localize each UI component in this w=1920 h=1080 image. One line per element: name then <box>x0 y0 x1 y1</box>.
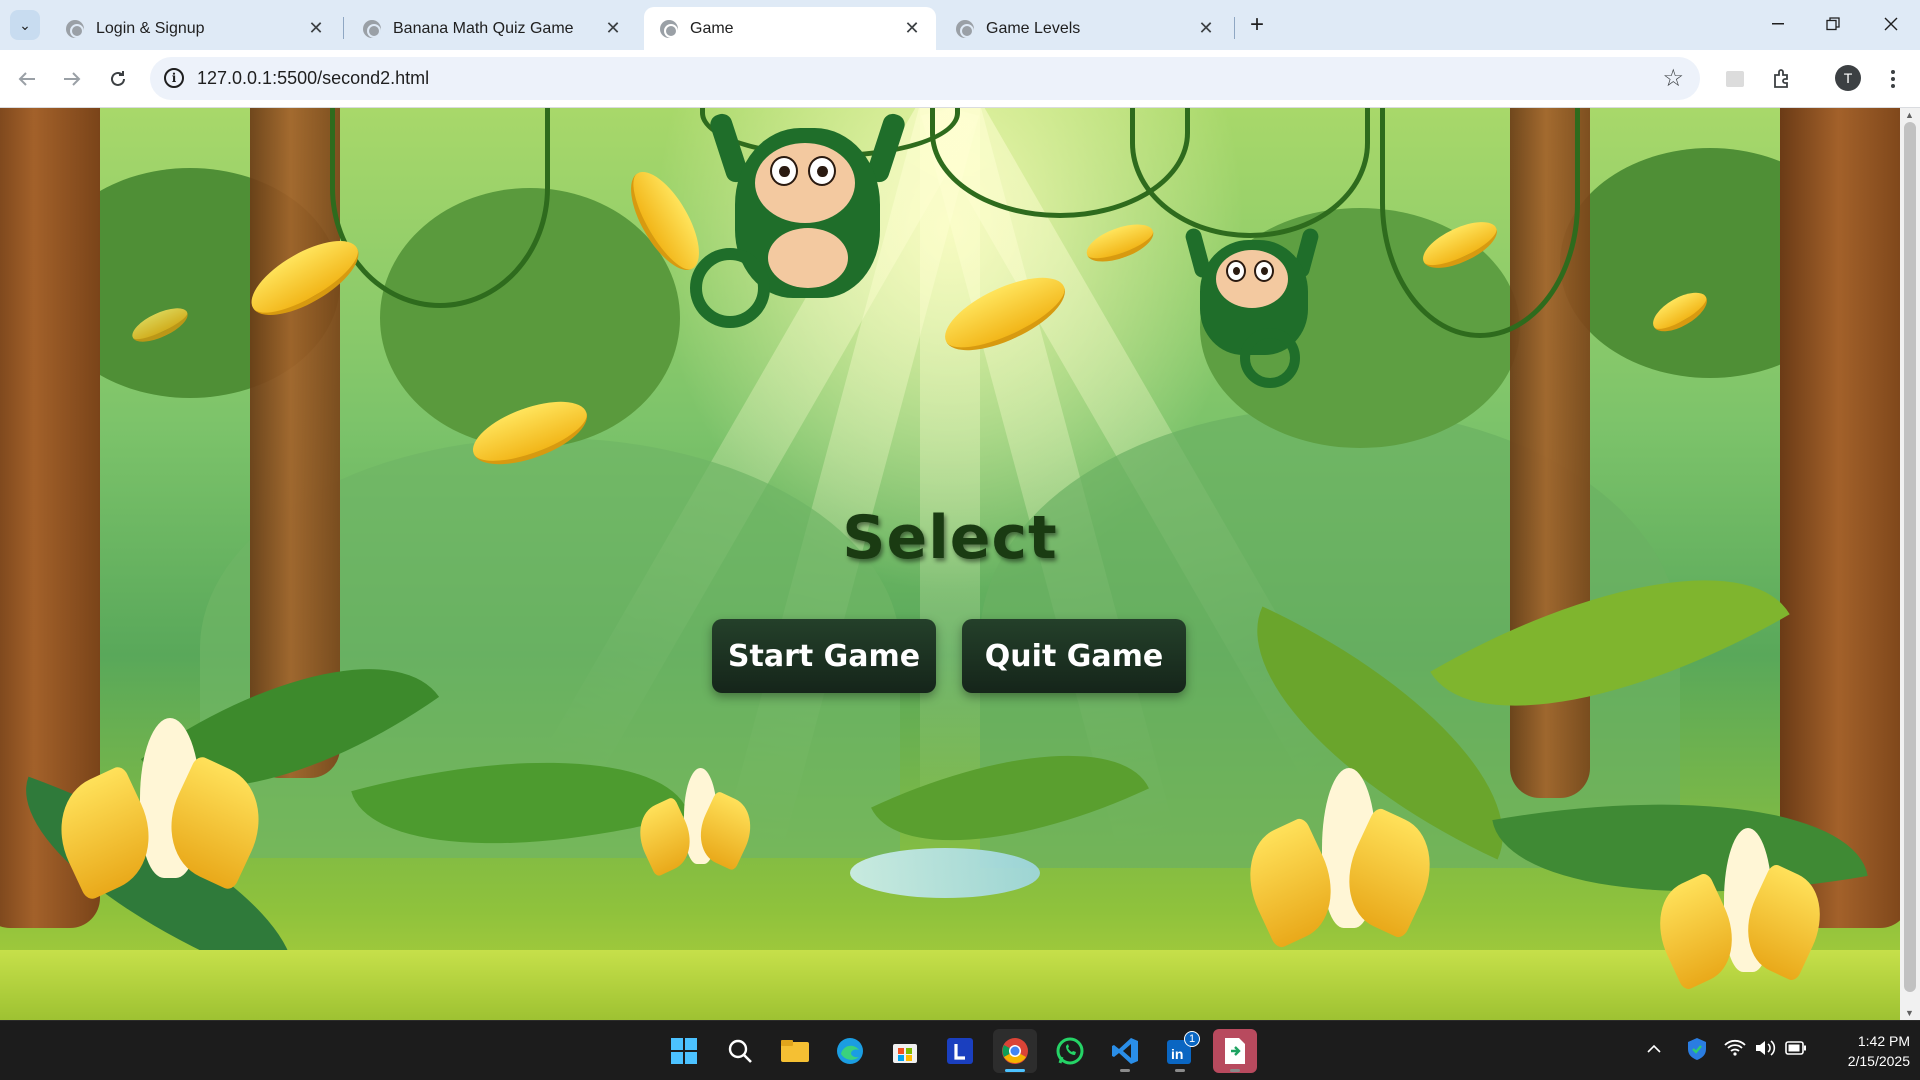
volume-icon[interactable] <box>1754 1039 1776 1062</box>
running-indicator <box>1175 1069 1185 1072</box>
banana <box>1081 216 1159 270</box>
monkey-large <box>690 108 920 338</box>
browser-window: ⌄ Login & Signup ✕ Banana Math Quiz Game… <box>0 0 1920 1020</box>
running-indicator <box>1230 1069 1240 1072</box>
media-icon[interactable] <box>1720 64 1750 94</box>
new-tab-button[interactable]: + <box>1243 11 1271 39</box>
reload-icon <box>111 71 125 86</box>
select-heading: Select <box>842 503 1058 573</box>
peeled-banana <box>40 718 280 918</box>
url-text[interactable]: 127.0.0.1:5500/second2.html <box>197 68 429 89</box>
page-scrollbar[interactable]: ▲ ▼ <box>1900 108 1920 1020</box>
close-icon[interactable]: ✕ <box>1196 18 1216 39</box>
arrow-right-icon <box>64 72 81 86</box>
system-clock[interactable]: 1:42 PM 2/15/2025 <box>1820 1031 1910 1071</box>
profile-avatar[interactable]: T <box>1835 65 1861 91</box>
bookmark-star-icon[interactable]: ☆ <box>1662 64 1684 93</box>
running-indicator <box>1120 1069 1130 1072</box>
peeled-banana <box>628 768 762 888</box>
tab-title: Login & Signup <box>96 19 205 37</box>
scrollbar-thumb[interactable] <box>1904 122 1916 992</box>
tab-title: Game Levels <box>986 19 1081 37</box>
tab-title: Game <box>690 19 734 37</box>
page-viewport: Select Start Game Quit Game <box>0 108 1900 1020</box>
tab-banana-math-quiz[interactable]: Banana Math Quiz Game ✕ <box>347 7 637 50</box>
l-app-icon[interactable] <box>938 1029 982 1073</box>
back-button[interactable] <box>12 64 42 94</box>
quit-game-button[interactable]: Quit Game <box>962 619 1186 693</box>
close-window-button[interactable] <box>1868 6 1914 42</box>
svg-text:in: in <box>1171 1046 1183 1062</box>
minimize-icon <box>1772 23 1784 25</box>
reload-button[interactable] <box>103 64 133 94</box>
tab-strip: ⌄ Login & Signup ✕ Banana Math Quiz Game… <box>0 0 1920 50</box>
close-icon[interactable]: ✕ <box>603 18 623 39</box>
tab-title: Banana Math Quiz Game <box>393 19 574 37</box>
tab-search-button[interactable]: ⌄ <box>10 10 40 40</box>
tab-game-levels[interactable]: Game Levels ✕ <box>940 7 1230 50</box>
chrome-icon[interactable] <box>993 1029 1037 1073</box>
microsoft-store-icon[interactable] <box>883 1029 927 1073</box>
file-explorer-icon[interactable] <box>773 1029 817 1073</box>
restore-button[interactable] <box>1810 6 1856 42</box>
restore-icon <box>1826 17 1840 31</box>
active-indicator <box>1005 1069 1025 1072</box>
globe-icon <box>956 19 974 38</box>
browser-toolbar: i 127.0.0.1:5500/second2.html ☆ T <box>0 50 1920 108</box>
edge-icon[interactable] <box>828 1029 872 1073</box>
forward-button[interactable] <box>57 64 87 94</box>
stream <box>850 848 1040 898</box>
site-info-icon[interactable]: i <box>164 68 184 88</box>
tab-separator <box>343 17 344 39</box>
tab-login-signup[interactable]: Login & Signup ✕ <box>50 7 340 50</box>
clock-time: 1:42 PM <box>1857 1033 1910 1049</box>
windows-start-icon[interactable] <box>662 1029 706 1073</box>
close-icon[interactable]: ✕ <box>306 18 326 39</box>
vscode-icon[interactable] <box>1103 1029 1147 1073</box>
battery-icon[interactable] <box>1785 1041 1807 1060</box>
start-game-button[interactable]: Start Game <box>712 619 936 693</box>
chevron-up-icon[interactable] <box>1646 1041 1662 1059</box>
monkey-small <box>1183 226 1340 398</box>
globe-icon <box>363 19 381 38</box>
tab-game[interactable]: Game ✕ <box>644 7 936 50</box>
close-icon[interactable]: ✕ <box>902 18 922 39</box>
grass-ground <box>0 950 1900 1020</box>
notification-badge: 1 <box>1184 1031 1200 1047</box>
tab-separator <box>1234 17 1235 39</box>
peeled-banana <box>1230 768 1450 968</box>
menu-dots-icon[interactable] <box>1878 64 1908 94</box>
clock-date: 2/15/2025 <box>1847 1053 1910 1069</box>
chevron-down-icon: ⌄ <box>19 16 31 33</box>
extensions-icon[interactable] <box>1767 64 1797 94</box>
globe-icon <box>66 19 84 38</box>
scroll-down-icon[interactable]: ▼ <box>1905 1008 1914 1018</box>
globe-icon <box>660 19 678 38</box>
whatsapp-icon[interactable] <box>1048 1029 1092 1073</box>
arrow-left-icon <box>18 72 35 86</box>
peeled-banana <box>1642 828 1838 1008</box>
address-bar[interactable]: i 127.0.0.1:5500/second2.html ☆ <box>150 57 1700 100</box>
security-shield-icon[interactable] <box>1686 1037 1708 1066</box>
windows-taskbar: in 1 1:42 PM 2/15/2025 <box>0 1020 1920 1080</box>
wifi-icon[interactable] <box>1724 1039 1746 1062</box>
close-window-icon <box>1884 17 1898 31</box>
scroll-up-icon[interactable]: ▲ <box>1905 110 1914 120</box>
linkedin-icon[interactable]: in 1 <box>1158 1029 1202 1073</box>
minimize-button[interactable] <box>1755 6 1801 42</box>
search-icon[interactable] <box>718 1029 762 1073</box>
notepad-app-icon[interactable] <box>1213 1029 1257 1073</box>
